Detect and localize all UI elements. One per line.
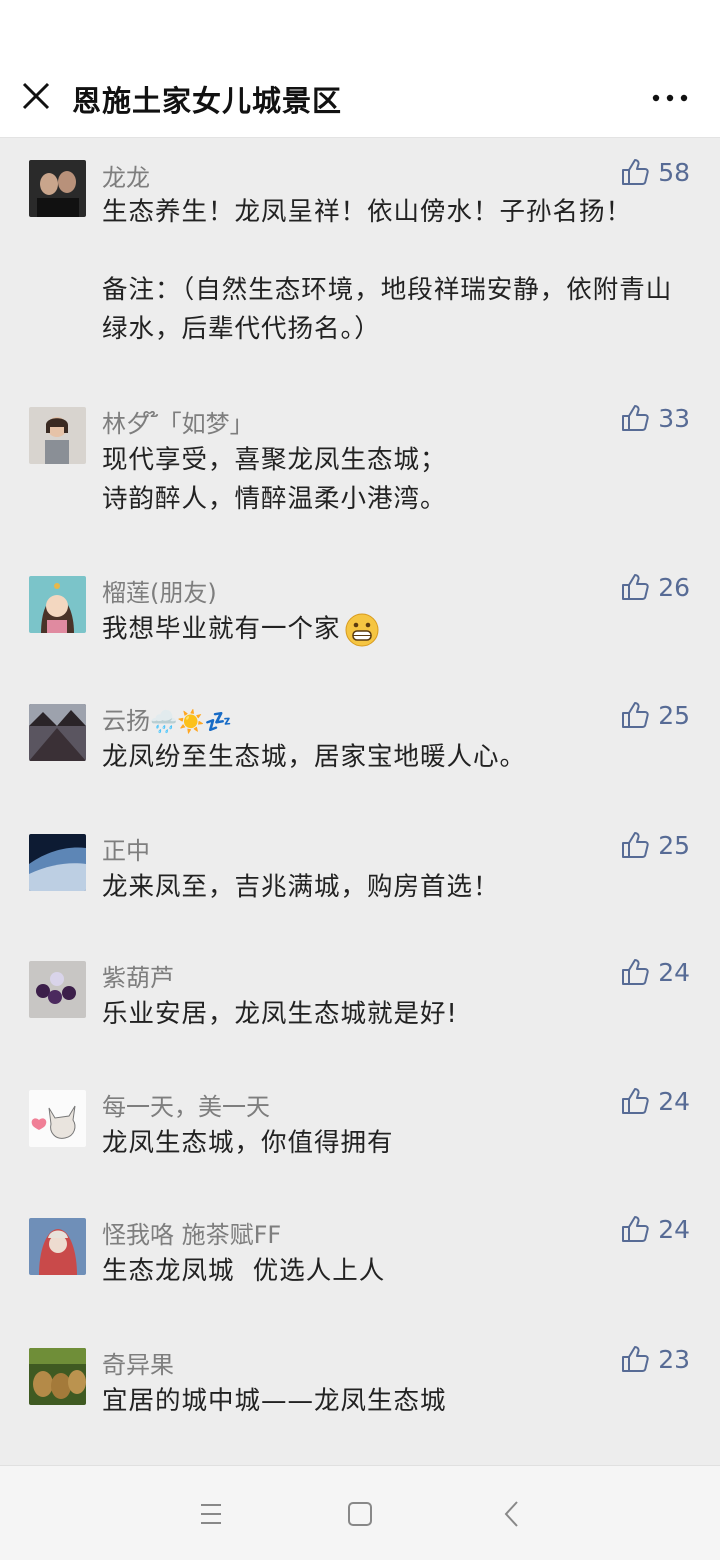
commenter-name[interactable]: 紫葫芦 <box>102 958 174 993</box>
like-count: 25 <box>658 700 690 730</box>
comment-list: 龙龙 58 生态养生！龙凤呈祥！依山傍水！子孙名扬！ 备注：（自然生态环境，地段… <box>0 139 720 1465</box>
avatar[interactable] <box>29 1090 86 1147</box>
commenter-name[interactable]: 怪我咯 施茶赋FF <box>102 1215 281 1250</box>
commenter-name[interactable]: 云扬🌧️☀️💤 <box>102 701 232 736</box>
comment-text: 龙来凤至，吉兆满城，购房首选！ <box>102 872 500 902</box>
title-bar: 恩施土家女儿城景区 <box>0 60 720 138</box>
close-button[interactable] <box>14 74 58 118</box>
like-button[interactable]: 24 <box>620 957 690 987</box>
like-count: 24 <box>658 957 690 987</box>
comment-text: 生态龙凤城 优选人上人 <box>102 1256 386 1286</box>
comment-text: 乐业安居，龙凤生态城就是好! <box>102 999 458 1029</box>
comment-text: 龙凤纷至生态城，居家宝地暖人心。 <box>102 742 527 772</box>
like-button[interactable]: 24 <box>620 1214 690 1244</box>
back-chevron-icon <box>504 1501 518 1527</box>
thumbs-up-icon <box>622 702 649 728</box>
like-count: 24 <box>658 1086 690 1116</box>
avatar[interactable] <box>29 704 86 761</box>
avatar[interactable] <box>29 961 86 1018</box>
avatar[interactable] <box>29 1348 86 1405</box>
commenter-name[interactable]: 林夕 ໊「如梦」 <box>102 404 254 439</box>
commenter-name[interactable]: 每一天，美一天 <box>102 1087 270 1122</box>
page-title: 恩施土家女儿城景区 <box>72 84 343 118</box>
grinning-face-icon <box>345 613 379 647</box>
like-button[interactable]: 58 <box>620 157 690 187</box>
thumbs-up-icon <box>622 959 649 985</box>
like-button[interactable]: 25 <box>620 830 690 860</box>
avatar[interactable] <box>29 160 86 217</box>
like-button[interactable]: 23 <box>620 1344 690 1374</box>
like-count: 26 <box>658 572 690 602</box>
system-nav-bar <box>0 1465 720 1560</box>
like-count: 58 <box>658 157 690 187</box>
commenter-name[interactable]: 龙龙 <box>102 158 150 193</box>
avatar[interactable] <box>29 576 86 633</box>
status-bar <box>0 0 720 60</box>
home-square-icon <box>348 1502 372 1526</box>
comment-text: 我想毕业就有一个家 <box>102 610 682 649</box>
like-count: 33 <box>658 403 690 433</box>
avatar[interactable] <box>29 834 86 891</box>
like-button[interactable]: 26 <box>620 572 690 602</box>
commenter-name[interactable]: 榴莲(朋友) <box>102 573 217 608</box>
like-button[interactable]: 25 <box>620 700 690 730</box>
menu-button[interactable] <box>191 1494 231 1534</box>
more-dots-icon <box>652 94 688 102</box>
menu-lines-icon <box>201 1504 221 1524</box>
thumbs-up-icon <box>622 1346 649 1372</box>
like-count: 25 <box>658 830 690 860</box>
avatar[interactable] <box>29 1218 86 1275</box>
thumbs-up-icon <box>622 832 649 858</box>
like-button[interactable]: 24 <box>620 1086 690 1116</box>
comment-text: 宜居的城中城——龙凤生态城 <box>102 1386 447 1416</box>
comment-text-content: 我想毕业就有一个家 <box>102 614 341 644</box>
commenter-name[interactable]: 正中 <box>102 831 150 866</box>
name-emoji: 🌧️☀️💤 <box>150 710 233 735</box>
like-count: 23 <box>658 1344 690 1374</box>
more-button[interactable] <box>648 80 692 116</box>
comment-text: 现代享受，喜聚龙凤生态城； 诗韵醉人，情醉温柔小港湾。 <box>102 445 447 514</box>
back-button[interactable] <box>492 1494 532 1534</box>
thumbs-up-icon <box>622 574 649 600</box>
thumbs-up-icon <box>622 1088 649 1114</box>
like-count: 24 <box>658 1214 690 1244</box>
home-button[interactable] <box>340 1494 380 1534</box>
commenter-name-text: 云扬 <box>102 707 150 735</box>
like-button[interactable]: 33 <box>620 403 690 433</box>
commenter-name[interactable]: 奇异果 <box>102 1345 174 1380</box>
thumbs-up-icon <box>622 159 649 185</box>
thumbs-up-icon <box>622 1216 649 1242</box>
avatar[interactable] <box>29 407 86 464</box>
comment-text: 生态养生！龙凤呈祥！依山傍水！子孙名扬！ 备注：（自然生态环境，地段祥瑞安静，依… <box>102 197 673 344</box>
thumbs-up-icon <box>622 405 649 431</box>
comment-text: 龙凤生态城，你值得拥有 <box>102 1128 394 1158</box>
close-icon <box>22 82 50 110</box>
